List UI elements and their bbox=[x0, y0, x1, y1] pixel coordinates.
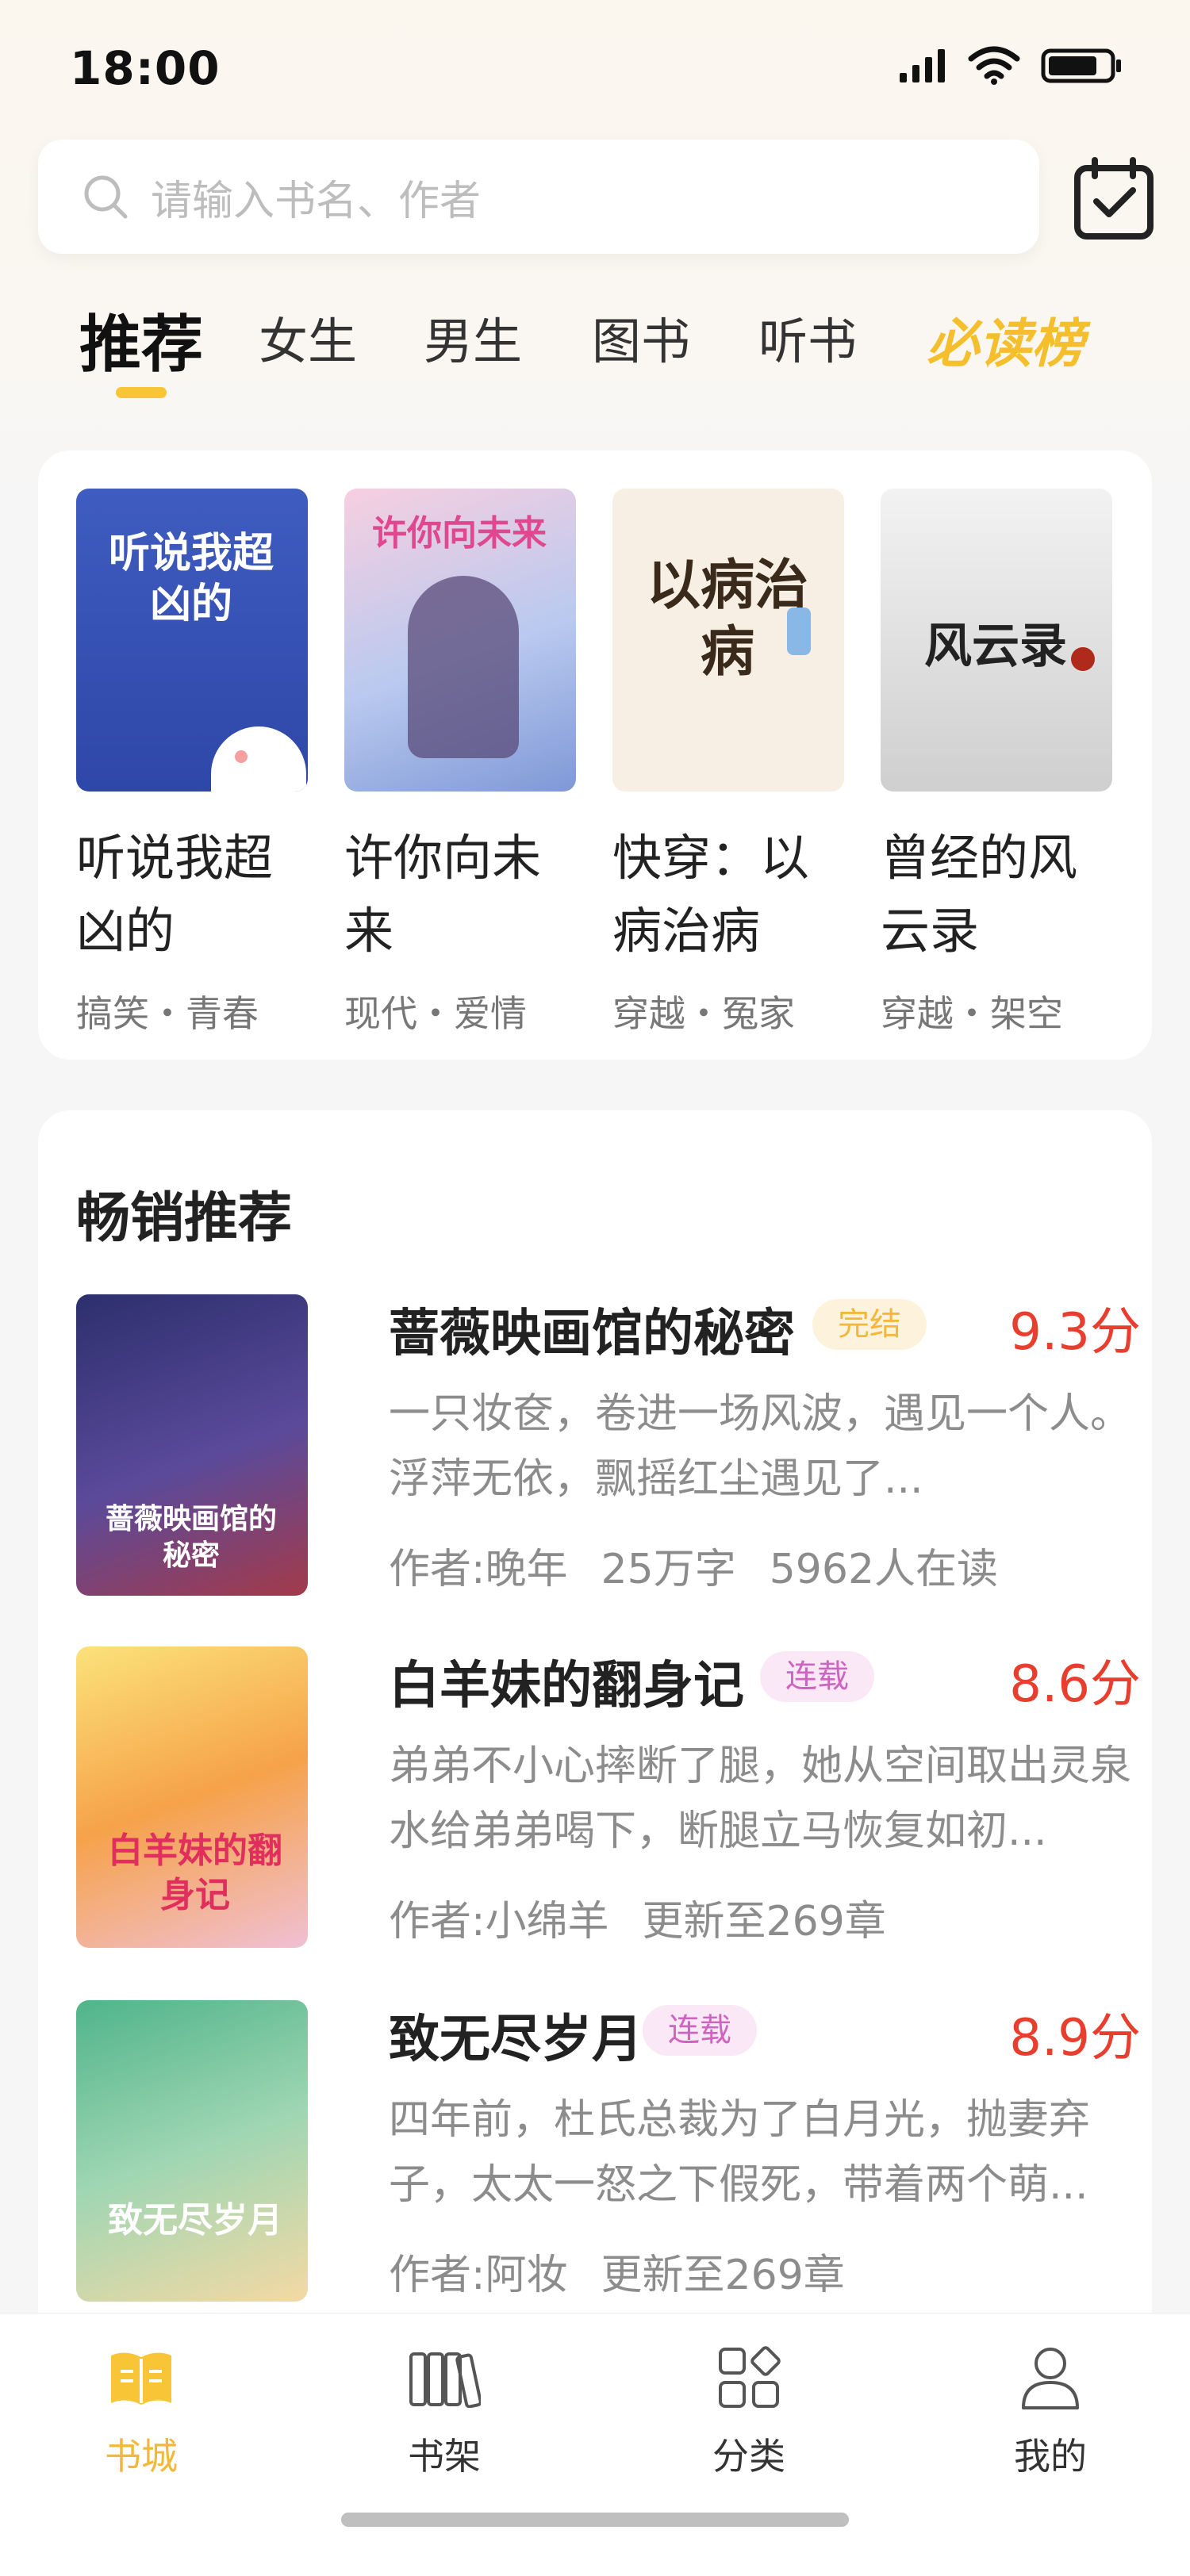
book-description: 四年前，杜氏总裁为了白月光，抛妻弃子，太太一怒之下假死，带着两个萌... bbox=[389, 2096, 1091, 2209]
book-score: 8.6分 bbox=[1009, 1655, 1141, 1714]
bestsellers-card: 畅销推荐 蔷薇映画馆的秘密 蔷薇映画馆的秘密 完结 9.3分 一只妆奁，卷进一场… bbox=[38, 1110, 1152, 2379]
category-grid-icon bbox=[662, 2334, 836, 2421]
book-cover: 以病治病 bbox=[612, 489, 844, 792]
calendar-check-icon bbox=[1074, 157, 1154, 240]
book-title: 致无尽岁月 bbox=[389, 2011, 643, 2069]
book-list-item[interactable]: 蔷薇映画馆的秘密 蔷薇映画馆的秘密 完结 9.3分 一只妆奁，卷进一场风波，遇见… bbox=[76, 1294, 1155, 1643]
featured-books-card: 听说我超凶的 听说我超凶的 搞笑・青春 许你向未来 许你向未来 现代・爱情 以病… bbox=[38, 450, 1152, 1060]
cover-title: 听说我超凶的 bbox=[108, 529, 274, 628]
cover-figure bbox=[408, 576, 519, 758]
nav-categories[interactable]: 分类 bbox=[662, 2334, 836, 2480]
nav-label: 分类 bbox=[712, 2435, 785, 2478]
featured-tags: 穿越・冤家 bbox=[612, 992, 795, 1035]
book-word-count: 25万字 bbox=[601, 1546, 736, 1593]
status-time: 18:00 bbox=[70, 41, 221, 95]
bottom-navigation: 书城 书架 分类 我的 bbox=[0, 2313, 1190, 2576]
nav-label: 我的 bbox=[1014, 2435, 1087, 2478]
status-icons bbox=[898, 46, 1123, 86]
home-indicator bbox=[341, 2513, 849, 2527]
battery-icon bbox=[1041, 48, 1121, 83]
book-cover: 白羊妹的翻身记 bbox=[76, 1646, 308, 1948]
user-icon bbox=[963, 2334, 1138, 2421]
tab-recommend[interactable]: 推荐 bbox=[79, 295, 203, 384]
featured-book[interactable]: 风云录 曾经的风云录 穿越・架空 bbox=[881, 489, 1112, 1037]
status-badge: 完结 bbox=[812, 1299, 927, 1350]
book-cover: 致无尽岁月 bbox=[76, 2000, 308, 2302]
search-input[interactable]: 请输入书名、作者 bbox=[38, 140, 1039, 254]
featured-tags: 穿越・架空 bbox=[881, 992, 1063, 1035]
cover-title: 许你向未来 bbox=[372, 513, 547, 554]
featured-book[interactable]: 听说我超凶的 听说我超凶的 搞笑・青春 bbox=[76, 489, 308, 1037]
featured-title: 曾经的风云录 bbox=[881, 829, 1078, 960]
book-author: 作者:晚年 bbox=[389, 1546, 568, 1593]
book-cover: 听说我超凶的 bbox=[76, 489, 308, 792]
cover-mascot-cheek bbox=[235, 750, 248, 763]
nav-label: 书城 bbox=[105, 2435, 178, 2478]
featured-title: 快穿：以病治病 bbox=[612, 829, 810, 960]
book-update: 更新至269章 bbox=[601, 2252, 845, 2299]
active-tab-indicator bbox=[116, 387, 167, 398]
cover-seal bbox=[1071, 647, 1095, 671]
book-meta: 作者:小绵羊 更新至269章 bbox=[389, 1888, 919, 1947]
nav-bookstore[interactable]: 书城 bbox=[54, 2334, 228, 2480]
book-author: 作者:小绵羊 bbox=[389, 1898, 609, 1945]
category-tabs: 推荐 女生 男生 图书 听书 必读榜 bbox=[0, 295, 1190, 406]
tab-books[interactable]: 图书 bbox=[592, 301, 690, 373]
cover-bottle bbox=[787, 608, 811, 655]
nav-bookshelf[interactable]: 书架 bbox=[357, 2334, 532, 2480]
featured-book[interactable]: 许你向未来 许你向未来 现代・爱情 bbox=[344, 489, 576, 1037]
book-title: 蔷薇映画馆的秘密 bbox=[389, 1305, 795, 1363]
book-score: 8.9分 bbox=[1009, 2009, 1141, 2068]
featured-tags: 搞笑・青春 bbox=[76, 992, 259, 1035]
status-bar: 18:00 bbox=[0, 0, 1190, 135]
nav-profile[interactable]: 我的 bbox=[963, 2334, 1138, 2480]
cover-title: 风云录 bbox=[924, 619, 1067, 674]
book-meta: 作者:晚年 25万字 5962人在读 bbox=[389, 1535, 1031, 1595]
search-icon bbox=[84, 175, 128, 219]
search-placeholder: 请输入书名、作者 bbox=[151, 177, 482, 225]
tab-must-read[interactable]: 必读榜 bbox=[927, 301, 1084, 378]
checkin-calendar-button[interactable] bbox=[1071, 155, 1157, 241]
book-author: 作者:阿妆 bbox=[389, 2252, 568, 2299]
book-list-item[interactable]: 白羊妹的翻身记 白羊妹的翻身记 连载 8.6分 弟弟不小心摔断了腿，她从空间取出… bbox=[76, 1646, 1155, 1995]
book-title: 白羊妹的翻身记 bbox=[389, 1657, 744, 1715]
featured-title: 听说我超凶的 bbox=[76, 829, 274, 960]
featured-tags: 现代・爱情 bbox=[344, 992, 527, 1035]
bookshelf-icon bbox=[357, 2334, 532, 2421]
status-badge: 连载 bbox=[760, 1651, 874, 1702]
featured-title: 许你向未来 bbox=[344, 829, 542, 960]
book-open-icon bbox=[54, 2334, 228, 2421]
status-badge: 连载 bbox=[643, 2005, 757, 2056]
book-description: 弟弟不小心摔断了腿，她从空间取出灵泉水给弟弟喝下，断腿立马恢复如初... bbox=[389, 1742, 1132, 1855]
tab-female[interactable]: 女生 bbox=[259, 301, 357, 373]
tab-audiobooks[interactable]: 听书 bbox=[758, 301, 857, 373]
book-list-item[interactable]: 致无尽岁月 致无尽岁月 连载 8.9分 四年前，杜氏总裁为了白月光，抛妻弃子，太… bbox=[76, 2000, 1155, 2349]
cover-mascot bbox=[211, 726, 306, 792]
book-description: 一只妆奁，卷进一场风波，遇见一个人。浮萍无依，飘摇红尘遇见了... bbox=[389, 1390, 1132, 1503]
cover-title: 致无尽岁月 bbox=[108, 2200, 282, 2241]
signal-icon bbox=[900, 49, 945, 82]
section-title: 畅销推荐 bbox=[76, 1187, 293, 1250]
wifi-icon bbox=[968, 46, 1020, 85]
nav-label: 书架 bbox=[408, 2435, 481, 2478]
featured-book[interactable]: 以病治病 快穿：以病治病 穿越・冤家 bbox=[612, 489, 844, 1037]
tab-male[interactable]: 男生 bbox=[424, 301, 522, 373]
book-cover: 许你向未来 bbox=[344, 489, 576, 792]
book-cover: 风云录 bbox=[881, 489, 1112, 792]
book-score: 9.3分 bbox=[1009, 1303, 1141, 1362]
cover-title: 白羊妹的翻身记 bbox=[108, 1830, 282, 1915]
book-readers: 5962人在读 bbox=[769, 1546, 999, 1593]
book-meta: 作者:阿妆 更新至269章 bbox=[389, 2241, 878, 2301]
book-update: 更新至269章 bbox=[642, 1898, 886, 1945]
book-cover: 蔷薇映画馆的秘密 bbox=[76, 1294, 308, 1596]
cover-title: 蔷薇映画馆的秘密 bbox=[105, 1502, 277, 1572]
